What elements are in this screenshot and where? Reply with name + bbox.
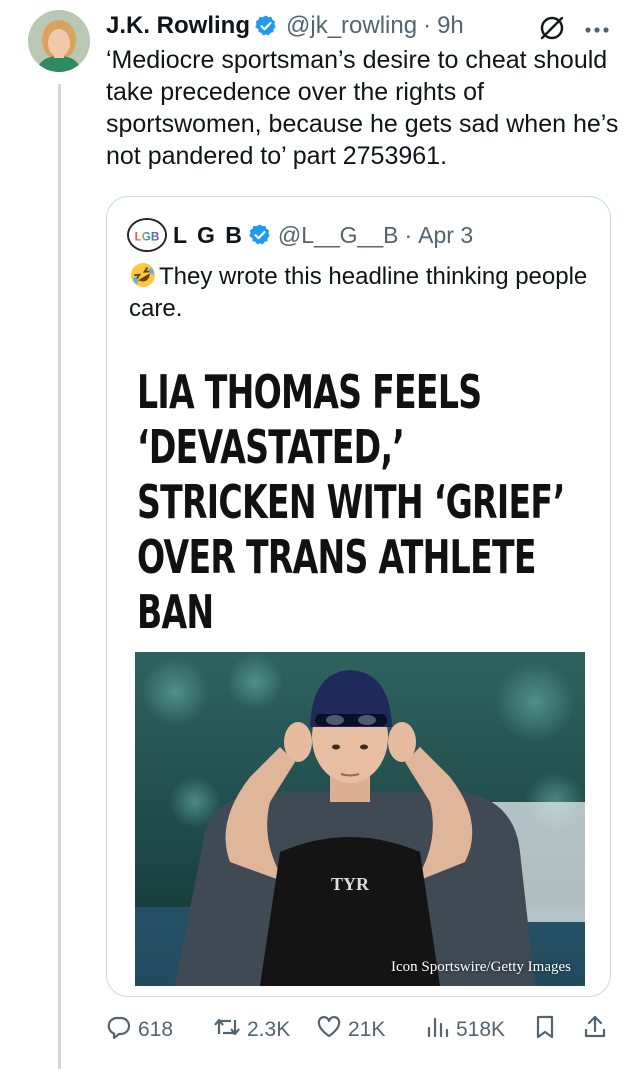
rofl-emoji-icon xyxy=(129,261,157,289)
retweet-icon xyxy=(213,1014,247,1046)
quote-time[interactable]: Apr 3 xyxy=(418,222,473,249)
reply-button[interactable]: 618 xyxy=(106,1012,173,1048)
photo-credit: Icon Sportswire/Getty Images xyxy=(391,959,571,975)
article-headline: LIA THOMAS FEELS ‘DEVASTATED,’ STRICKEN … xyxy=(137,365,569,640)
views-count: 518K xyxy=(456,1018,506,1041)
headline-line: STRICKEN WITH ‘GRIEF’ xyxy=(137,475,565,529)
share-button[interactable] xyxy=(582,1012,614,1048)
tweet-time[interactable]: 9h xyxy=(437,12,464,40)
quote-header: LGB L G B @L__G__B · Apr 3 xyxy=(127,218,473,252)
headline-line: LIA THOMAS FEELS xyxy=(137,365,482,419)
article-photo[interactable]: TYR Icon Sportswire/Getty Images xyxy=(135,652,585,986)
share-icon xyxy=(582,1014,614,1046)
action-bar: 618 2.3K 21K 518K xyxy=(106,1012,618,1048)
separator: · xyxy=(423,12,432,39)
verified-icon xyxy=(248,223,272,247)
quote-author-name[interactable]: L G B xyxy=(173,222,244,249)
headline-line: BAN xyxy=(137,585,214,639)
tweet-text: ‘Mediocre sportsman’s desire to cheat sh… xyxy=(106,46,619,170)
reply-count: 618 xyxy=(138,1018,174,1041)
reply-icon xyxy=(106,1014,138,1046)
grok-icon[interactable] xyxy=(538,14,586,47)
repost-count: 2.3K xyxy=(247,1018,291,1041)
views-button[interactable]: 518K xyxy=(424,1012,505,1048)
thread-line xyxy=(58,84,61,1069)
cap-brand: TYR xyxy=(331,874,370,894)
headline-line: OVER TRANS ATHLETE xyxy=(137,530,536,584)
quote-author-handle[interactable]: @L__G__B xyxy=(278,222,399,249)
author-handle[interactable]: @jk_rowling xyxy=(286,12,417,40)
quoted-tweet[interactable]: LGB L G B @L__G__B · Apr 3 They wrote th… xyxy=(106,196,611,997)
tweet: J.K. Rowling @jk_rowling · 9h ‘Mediocre … xyxy=(0,0,640,1069)
author-avatar[interactable] xyxy=(28,10,90,72)
quote-avatar[interactable]: LGB xyxy=(127,218,167,252)
quote-text: They wrote this headline thinking people… xyxy=(129,263,588,322)
separator: · xyxy=(404,221,413,248)
like-count: 21K xyxy=(348,1018,386,1041)
quote-text-block: They wrote this headline thinking people… xyxy=(129,261,589,325)
author-name[interactable]: J.K. Rowling xyxy=(106,12,250,40)
headline-line: ‘DEVASTATED,’ xyxy=(137,420,405,474)
views-icon xyxy=(424,1014,456,1046)
repost-button[interactable]: 2.3K xyxy=(213,1012,290,1048)
like-button[interactable]: 21K xyxy=(316,1012,385,1048)
quote-avatar-label: LGB xyxy=(135,230,160,243)
bookmark-icon xyxy=(533,1014,563,1046)
like-icon xyxy=(316,1014,348,1046)
verified-icon xyxy=(254,14,278,38)
bookmark-button[interactable] xyxy=(533,1012,563,1048)
more-icon[interactable] xyxy=(582,14,636,47)
